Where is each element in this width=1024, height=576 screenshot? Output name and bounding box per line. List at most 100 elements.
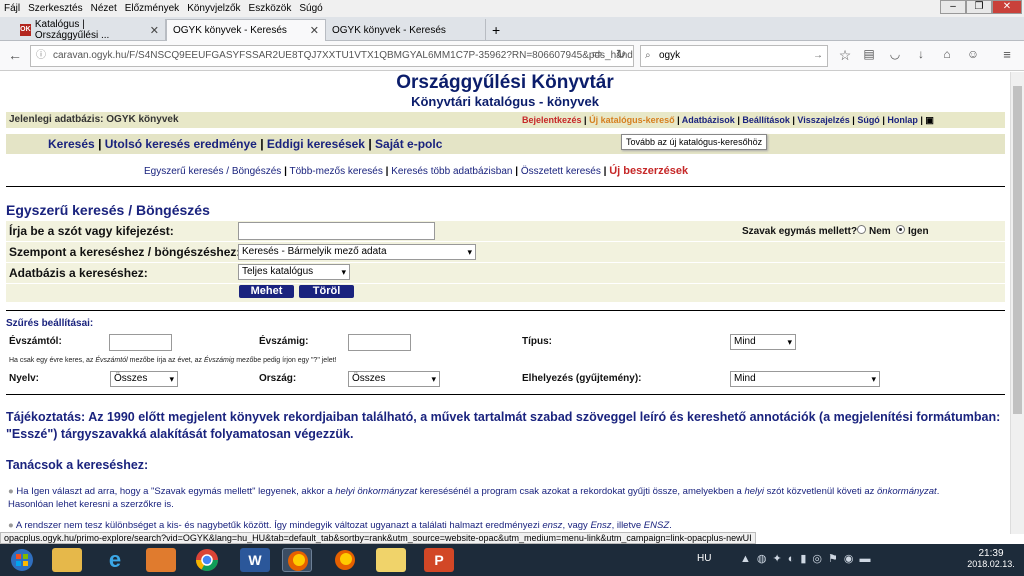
- powerpoint-icon[interactable]: P: [424, 548, 454, 572]
- page-icon[interactable]: ▣: [925, 115, 934, 125]
- system-tray-icons[interactable]: ▲◍✦◐▮◎⚑◉▬: [740, 552, 876, 565]
- pocket-icon[interactable]: ◡: [886, 47, 904, 61]
- criteria-label: Szempont a kereséshez / böngészéshez:: [9, 245, 241, 259]
- feedback-link[interactable]: Visszajelzés: [797, 115, 849, 125]
- library-icon[interactable]: ▤: [860, 47, 878, 61]
- multi-field-link[interactable]: Több-mezős keresés: [290, 166, 383, 177]
- restore-icon[interactable]: ❐: [966, 0, 992, 14]
- menu-bar: Fájl Szerkesztés Nézet Előzmények Könyvj…: [0, 0, 1024, 17]
- bullet-icon: ●: [8, 486, 14, 497]
- back-icon[interactable]: ←: [6, 47, 24, 63]
- divider: [6, 310, 1005, 311]
- type-label: Típus:: [522, 336, 552, 347]
- last-result-link[interactable]: Utolsó keresés eredménye: [105, 137, 257, 151]
- multi-db-link[interactable]: Keresés több adatbázisban: [391, 166, 512, 177]
- help-link[interactable]: Súgó: [857, 115, 880, 125]
- download-icon[interactable]: ↓: [912, 47, 930, 61]
- hamburger-menu-icon[interactable]: ≡: [998, 47, 1016, 62]
- combined-search-link[interactable]: Összetett keresés: [521, 166, 601, 177]
- reader-view-icon[interactable]: ▭: [588, 47, 606, 60]
- menu-edit[interactable]: Szerkesztés: [28, 3, 82, 14]
- internet-explorer-icon[interactable]: e: [100, 548, 130, 572]
- main-nav: Keresés | Utolsó keresés eredménye | Edd…: [48, 137, 443, 151]
- reload-icon[interactable]: ↻: [612, 47, 630, 61]
- previous-searches-link[interactable]: Eddigi keresések: [267, 137, 365, 151]
- chrome-icon[interactable]: [192, 548, 222, 572]
- firefox-icon[interactable]: [330, 548, 360, 572]
- settings-link[interactable]: Beállítások: [742, 115, 790, 125]
- language-select[interactable]: Összes: [110, 371, 178, 387]
- adjacent-no-radio[interactable]: [857, 225, 866, 234]
- tab-ogyk-active[interactable]: OGYK könyvek - Keresés ✕: [166, 19, 326, 41]
- section-title: Egyszerű keresés / Böngészés: [6, 202, 210, 218]
- clock-date: 2018.02.13.: [967, 559, 1015, 569]
- search-value: ogyk: [659, 50, 681, 61]
- clock[interactable]: 21:39 2018.02.13.: [966, 548, 1016, 569]
- tab-katalogus[interactable]: OK Katalógus | Országgyűlési ... ✕: [14, 19, 166, 41]
- menu-tools[interactable]: Eszközök: [249, 3, 292, 14]
- tab-close-icon[interactable]: ✕: [310, 24, 319, 37]
- new-acquisitions-link[interactable]: Új beszerzések: [609, 165, 688, 177]
- from-year-input[interactable]: [109, 334, 172, 351]
- search-go-icon[interactable]: →: [813, 46, 823, 66]
- my-shelf-link[interactable]: Saját e-polc: [375, 137, 442, 151]
- database-label: Adatbázis a kereséshez:: [9, 266, 148, 280]
- home-icon[interactable]: ⌂: [938, 47, 956, 61]
- login-link[interactable]: Bejelentkezés: [522, 115, 582, 125]
- database-select[interactable]: Teljes katalógus: [238, 264, 350, 280]
- firefox-active-icon[interactable]: [282, 548, 312, 572]
- word-icon[interactable]: W: [240, 548, 270, 572]
- tips-title: Tanácsok a kereséshez:: [6, 458, 149, 472]
- menu-history[interactable]: Előzmények: [125, 3, 179, 14]
- url-bar[interactable]: ⓘ caravan.ogyk.hu/F/S4NSCQ9EEUFGASYFSSAR…: [30, 45, 634, 67]
- navigation-bar: ← ⓘ caravan.ogyk.hu/F/S4NSCQ9EEUFGASYFSS…: [0, 41, 1024, 71]
- databases-link[interactable]: Adatbázisok: [682, 115, 735, 125]
- form-row-3: [6, 263, 1005, 283]
- menu-bookmarks[interactable]: Könyvjelzők: [187, 3, 240, 14]
- term-input[interactable]: [238, 222, 435, 240]
- location-select[interactable]: Mind: [730, 371, 880, 387]
- bookmark-star-icon[interactable]: ☆: [836, 47, 854, 64]
- file-explorer-icon[interactable]: [52, 548, 82, 572]
- page-subtitle: Könyvtári katalógus - könyvek: [411, 94, 599, 109]
- minimize-icon[interactable]: –: [940, 0, 966, 14]
- tab-ogyk[interactable]: OGYK könyvek - Keresés: [326, 19, 486, 41]
- close-window-icon[interactable]: ✕: [992, 0, 1022, 14]
- chat-icon[interactable]: ☺: [964, 47, 982, 61]
- menu-file[interactable]: Fájl: [4, 3, 20, 14]
- menu-help[interactable]: Súgó: [299, 3, 322, 14]
- search-input[interactable]: ⌕ ogyk →: [640, 45, 828, 67]
- tip-1: ● Ha Igen választ ad arra, hogy a "Szava…: [8, 486, 940, 510]
- page-title: Országgyűlési Könyvtár: [396, 72, 614, 93]
- info-text: Tájékoztatás: Az 1990 előtt megjelent kö…: [6, 410, 1001, 441]
- info-icon[interactable]: ⓘ: [36, 46, 46, 66]
- language-indicator[interactable]: HU: [697, 553, 711, 564]
- to-year-input[interactable]: [348, 334, 411, 351]
- homepage-link[interactable]: Honlap: [887, 115, 918, 125]
- tab-favicon-icon: OK: [20, 24, 31, 36]
- media-player-icon[interactable]: [146, 548, 176, 572]
- tab-label: Katalógus | Országgyűlési ...: [34, 19, 110, 41]
- clear-button[interactable]: Töröl: [299, 285, 354, 298]
- tab-close-icon[interactable]: ✕: [150, 24, 159, 37]
- form-row-4: [6, 284, 1005, 302]
- scrollbar-thumb[interactable]: [1013, 86, 1022, 414]
- current-db: Jelenlegi adatbázis: OGYK könyvek: [9, 114, 179, 125]
- criteria-select[interactable]: Keresés - Bármelyik mező adata: [238, 244, 476, 260]
- go-button[interactable]: Mehet: [239, 285, 294, 298]
- type-select[interactable]: Mind: [730, 334, 796, 350]
- taskbar: e W P HU ▲◍✦◐▮◎⚑◉▬ 21:39 2018.02.13.: [0, 544, 1024, 576]
- notes-icon[interactable]: [376, 548, 406, 572]
- search-link[interactable]: Keresés: [48, 137, 95, 151]
- language-label: Nyelv:: [9, 373, 40, 384]
- adjacent-label: Szavak egymás mellett?: [742, 226, 858, 237]
- new-tab-button[interactable]: +: [486, 19, 510, 41]
- simple-search-link[interactable]: Egyszerű keresés / Böngészés: [144, 166, 281, 177]
- divider: [6, 394, 1005, 395]
- menu-view[interactable]: Nézet: [91, 3, 117, 14]
- adjacent-yes-radio[interactable]: [896, 225, 905, 234]
- new-catalog-link[interactable]: Új katalógus-kereső: [589, 115, 675, 125]
- country-select[interactable]: Összes: [348, 371, 440, 387]
- page-scrollbar[interactable]: [1010, 72, 1024, 534]
- start-button[interactable]: [4, 548, 40, 572]
